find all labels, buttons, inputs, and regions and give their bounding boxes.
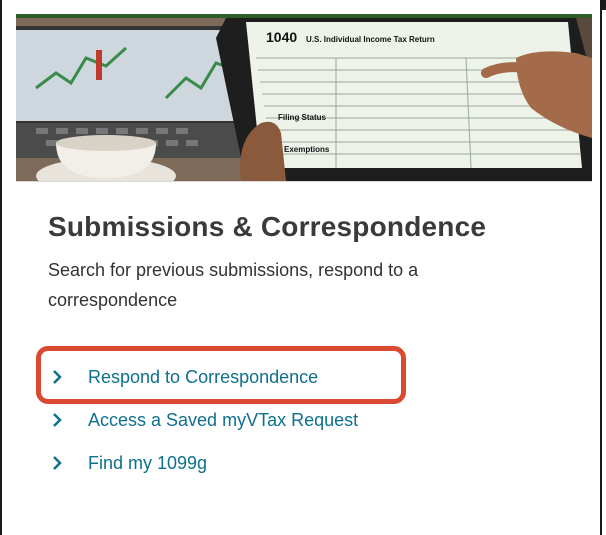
chevron-right-icon [53, 370, 62, 384]
card-title: Submissions & Correspondence [48, 211, 487, 242]
form-number-text: 1040 [266, 29, 297, 45]
card-content: Submissions & Correspondence Search for … [48, 205, 578, 315]
access-saved-request-link[interactable]: Access a Saved myVTax Request [46, 405, 446, 435]
find-my-1099g-link[interactable]: Find my 1099g [46, 448, 446, 478]
respond-to-correspondence-link[interactable]: Respond to Correspondence [46, 362, 446, 392]
link-label: Find my 1099g [88, 452, 208, 473]
link-label: Respond to Correspondence [88, 366, 319, 387]
hero-image: 1040 U.S. Individual Income Tax Return F… [16, 18, 592, 182]
form-title-text: U.S. Individual Income Tax Return [306, 35, 435, 44]
card-description: Search for previous submissions, respond… [48, 260, 419, 310]
chevron-right-icon [53, 456, 62, 470]
link-label: Access a Saved myVTax Request [88, 409, 359, 430]
exemptions-text: Exemptions [284, 145, 330, 154]
chevron-right-icon [53, 413, 62, 427]
filing-status-text: Filing Status [278, 113, 327, 122]
